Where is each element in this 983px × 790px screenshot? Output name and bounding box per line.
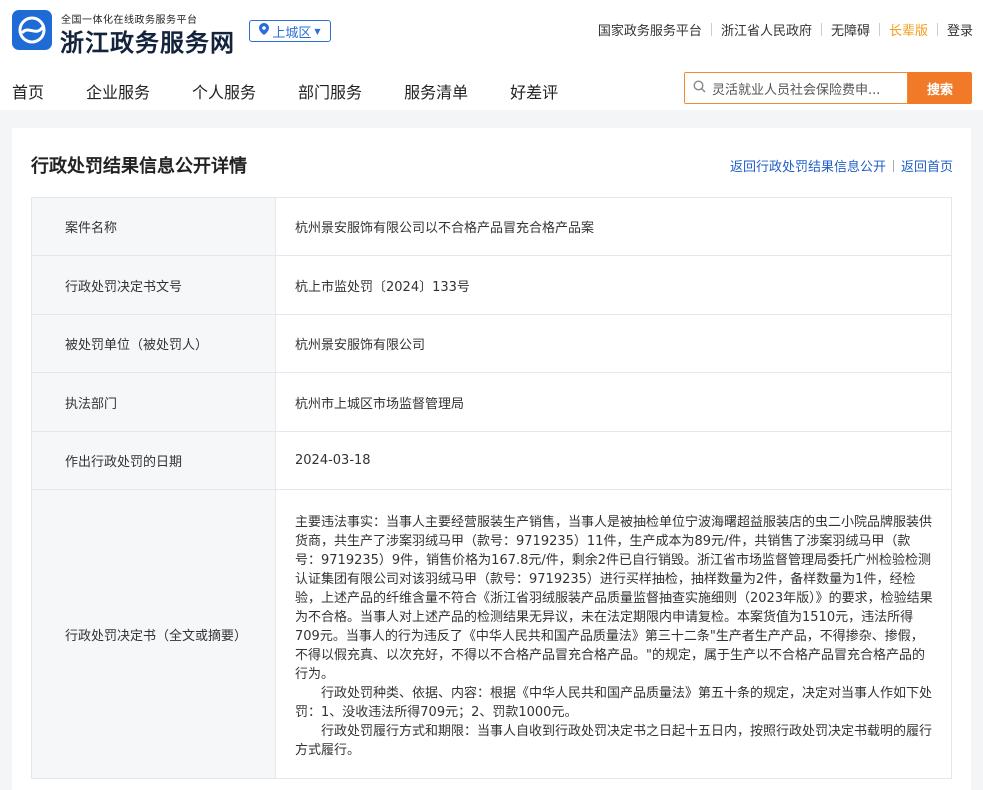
link-elder-mode[interactable]: 长辈版 xyxy=(889,20,928,39)
table-row: 作出行政处罚的日期 2024-03-18 xyxy=(31,431,952,490)
search-input[interactable]: 灵活就业人员社会保险费申... xyxy=(684,72,908,104)
page-title: 行政处罚结果信息公开详情 xyxy=(31,156,247,177)
search-bar: 灵活就业人员社会保险费申... 搜索 xyxy=(684,72,972,104)
site-header: 全国一体化在线政务服务平台 浙江政务服务网 上城区 ▼ 国家政务服务平台 浙江省… xyxy=(0,0,983,110)
region-label: 上城区 xyxy=(272,25,312,41)
nav-item-enterprise[interactable]: 企业服务 xyxy=(86,79,150,103)
table-row: 行政处罚决定书文号 杭上市监处罚〔2024〕133号 xyxy=(31,255,952,315)
row-label: 作出行政处罚的日期 xyxy=(31,431,276,490)
logo-icon[interactable] xyxy=(12,10,52,50)
card-links: 返回行政处罚结果信息公开 返回首页 xyxy=(730,156,953,175)
nav-item-department[interactable]: 部门服务 xyxy=(298,79,362,103)
back-home-link[interactable]: 返回首页 xyxy=(901,156,953,175)
nav-item-service-list[interactable]: 服务清单 xyxy=(404,79,468,103)
divider xyxy=(710,23,712,36)
row-value: 杭上市监处罚〔2024〕133号 xyxy=(275,255,952,315)
decision-paragraph-execution: 行政处罚履行方式和期限：当事人自收到行政处罚决定书之日起十五日内，按照行政处罚决… xyxy=(295,723,933,758)
nav-item-home[interactable]: 首页 xyxy=(12,79,44,103)
table-row: 行政处罚决定书（全文或摘要） 主要违法事实：当事人主要经营服装生产销售，当事人是… xyxy=(31,489,952,779)
location-pin-icon xyxy=(259,23,270,39)
nav-item-feedback[interactable]: 好差评 xyxy=(510,79,558,103)
decision-paragraph-facts: 主要违法事实：当事人主要经营服装生产销售，当事人是被抽检单位宁波海曙超益服装店的… xyxy=(295,514,933,682)
row-label: 案件名称 xyxy=(31,197,276,256)
divider xyxy=(878,23,880,36)
divider xyxy=(820,23,822,36)
main-nav: 首页 企业服务 个人服务 部门服务 服务清单 好差评 xyxy=(12,79,600,103)
row-label: 行政处罚决定书（全文或摘要） xyxy=(31,489,276,779)
link-provincial-government[interactable]: 浙江省人民政府 xyxy=(721,20,812,39)
detail-card: 行政处罚结果信息公开详情 返回行政处罚结果信息公开 返回首页 案件名称 杭州景安… xyxy=(12,128,971,790)
search-button[interactable]: 搜索 xyxy=(908,72,972,104)
row-label: 执法部门 xyxy=(31,372,276,432)
search-placeholder: 灵活就业人员社会保险费申... xyxy=(712,82,881,98)
divider xyxy=(892,159,894,172)
search-icon xyxy=(693,79,706,97)
row-label: 被处罚单位（被处罚人） xyxy=(31,314,276,373)
site-logo-title[interactable]: 浙江政务服务网 xyxy=(60,23,235,58)
link-accessibility[interactable]: 无障碍 xyxy=(831,20,870,39)
back-to-list-link[interactable]: 返回行政处罚结果信息公开 xyxy=(730,156,886,175)
row-value: 杭州景安服饰有限公司以不合格产品冒充合格产品案 xyxy=(275,197,952,256)
detail-table: 案件名称 杭州景安服饰有限公司以不合格产品冒充合格产品案 行政处罚决定书文号 杭… xyxy=(31,197,952,779)
row-label: 行政处罚决定书文号 xyxy=(31,255,276,315)
nav-item-personal[interactable]: 个人服务 xyxy=(192,79,256,103)
link-national-platform[interactable]: 国家政务服务平台 xyxy=(598,20,702,39)
top-links: 国家政务服务平台 浙江省人民政府 无障碍 长辈版 登录 xyxy=(598,20,973,39)
login-link[interactable]: 登录 xyxy=(947,20,973,39)
row-value: 2024-03-18 xyxy=(275,431,952,490)
caret-down-icon: ▼ xyxy=(314,26,321,36)
table-row: 被处罚单位（被处罚人） 杭州景安服饰有限公司 xyxy=(31,314,952,373)
divider xyxy=(936,23,938,36)
row-value: 杭州景安服饰有限公司 xyxy=(275,314,952,373)
decision-paragraph-penalty: 行政处罚种类、依据、内容：根据《中华人民共和国产品质量法》第五十条的规定，决定对… xyxy=(295,685,933,720)
row-value: 杭州市上城区市场监督管理局 xyxy=(275,372,952,432)
decision-text: 主要违法事实：当事人主要经营服装生产销售，当事人是被抽检单位宁波海曙超益服装店的… xyxy=(275,489,952,779)
table-row: 执法部门 杭州市上城区市场监督管理局 xyxy=(31,372,952,432)
region-selector[interactable]: 上城区 ▼ xyxy=(249,20,331,42)
table-row: 案件名称 杭州景安服饰有限公司以不合格产品冒充合格产品案 xyxy=(31,197,952,256)
